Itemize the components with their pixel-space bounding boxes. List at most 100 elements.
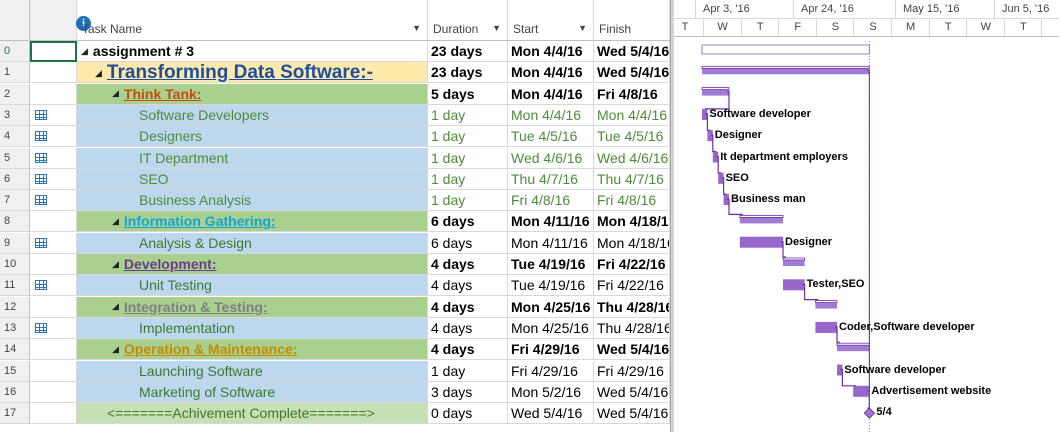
- summary-bar-cap[interactable]: [739, 214, 784, 218]
- start-cell[interactable]: Tue 4/5/16: [508, 126, 594, 148]
- start-cell[interactable]: Mon 4/4/16: [508, 104, 594, 126]
- start-cell[interactable]: Wed 4/6/16: [508, 147, 594, 169]
- duration-cell[interactable]: 1 day: [428, 360, 508, 382]
- start-cell[interactable]: Fri 4/29/16: [508, 339, 594, 361]
- row-id[interactable]: 6: [0, 168, 30, 190]
- start-cell[interactable]: Thu 4/7/16: [508, 168, 594, 190]
- summary-bar-cap[interactable]: [782, 257, 806, 261]
- task-name-cell[interactable]: Software Developers: [77, 104, 428, 126]
- finish-cell[interactable]: Mon 4/18/16: [594, 232, 670, 254]
- table-row[interactable]: 6 SEO 1 day Thu 4/7/16 Thu 4/7/16: [0, 168, 670, 190]
- row-id[interactable]: 9: [0, 232, 30, 254]
- duration-cell[interactable]: 4 days: [428, 275, 508, 297]
- start-cell[interactable]: Mon 4/4/16: [508, 62, 594, 84]
- start-cell[interactable]: Mon 4/4/16: [508, 41, 594, 62]
- task-name-cell[interactable]: Designers: [77, 126, 428, 148]
- table-row[interactable]: 15 Launching Software 1 day Fri 4/29/16 Fri …: [0, 360, 670, 382]
- finish-cell[interactable]: Fri 4/22/16: [594, 254, 670, 275]
- task-name-cell[interactable]: Marketing of Software: [77, 381, 428, 403]
- indicator-cell[interactable]: [30, 83, 77, 105]
- row-id[interactable]: 16: [0, 381, 30, 403]
- summary-bar[interactable]: [702, 68, 870, 75]
- summary-bar[interactable]: [837, 345, 870, 352]
- indicator-cell[interactable]: [30, 275, 77, 297]
- finish-cell[interactable]: Fri 4/8/16: [594, 83, 670, 105]
- duration-cell[interactable]: 1 day: [428, 147, 508, 169]
- row-id[interactable]: 15: [0, 360, 30, 382]
- indicator-cell[interactable]: [30, 296, 77, 318]
- finish-cell[interactable]: Wed 5/4/16: [594, 381, 670, 403]
- task-name-cell[interactable]: Analysis & Design: [77, 232, 428, 254]
- indicator-cell[interactable]: [30, 41, 77, 62]
- finish-cell[interactable]: Wed 5/4/16: [594, 41, 670, 62]
- collapse-triangle-icon[interactable]: ◢: [112, 254, 119, 274]
- row-id[interactable]: 2: [0, 83, 30, 105]
- start-cell[interactable]: Fri 4/8/16: [508, 190, 594, 212]
- start-cell[interactable]: Mon 4/11/16: [508, 211, 594, 233]
- table-row[interactable]: 3 Software Developers 1 day Mon 4/4/16 Mon 4…: [0, 104, 670, 126]
- start-cell[interactable]: Mon 4/25/16: [508, 296, 594, 318]
- duration-cell[interactable]: 1 day: [428, 190, 508, 212]
- row-id[interactable]: 11: [0, 275, 30, 297]
- finish-cell[interactable]: Mon 4/18/16: [594, 211, 670, 233]
- indicators-column-header[interactable]: i: [30, 0, 91, 40]
- task-name-cell[interactable]: Launching Software: [77, 360, 428, 382]
- finish-cell[interactable]: Wed 5/4/16: [594, 339, 670, 361]
- task-name-cell[interactable]: Unit Testing: [77, 275, 428, 297]
- table-row[interactable]: 16 Marketing of Software 3 days Mon 5/2/16 W…: [0, 381, 670, 403]
- indicator-cell[interactable]: [30, 190, 77, 212]
- duration-filter-dropdown-icon[interactable]: ▼: [492, 23, 501, 33]
- table-row[interactable]: 2 ◢ Think Tank: 5 days Mon 4/4/16 Fri 4/8/16: [0, 83, 670, 105]
- duration-cell[interactable]: 1 day: [428, 168, 508, 190]
- duration-cell[interactable]: 4 days: [428, 317, 508, 339]
- finish-cell[interactable]: Thu 4/7/16: [594, 168, 670, 190]
- collapse-triangle-icon[interactable]: ◢: [112, 339, 119, 359]
- finish-cell[interactable]: Mon 4/4/16: [594, 104, 670, 126]
- task-name-cell[interactable]: ◢ Information Gathering:: [77, 211, 428, 233]
- duration-column-header[interactable]: Duration ▼: [428, 0, 508, 40]
- task-name-cell[interactable]: Business Analysis: [77, 190, 428, 212]
- summary-bar-cap[interactable]: [701, 87, 730, 90]
- table-row[interactable]: 11 Unit Testing 4 days Tue 4/19/16 Fri 4/22/…: [0, 275, 670, 297]
- finish-cell[interactable]: Fri 4/29/16: [594, 360, 670, 382]
- finish-cell[interactable]: Wed 4/6/16: [594, 147, 670, 169]
- start-cell[interactable]: Mon 4/25/16: [508, 317, 594, 339]
- row-id[interactable]: 12: [0, 296, 30, 318]
- indicator-cell[interactable]: [30, 168, 77, 190]
- table-row[interactable]: 8 ◢ Information Gathering: 6 days Mon 4/11/1…: [0, 211, 670, 233]
- row-id[interactable]: 3: [0, 104, 30, 126]
- select-all-corner[interactable]: [0, 0, 30, 40]
- start-cell[interactable]: Wed 5/4/16: [508, 403, 594, 425]
- table-row[interactable]: 14 ◢ Operation & Maintenance: 4 days Fri 4/2…: [0, 339, 670, 361]
- indicator-cell[interactable]: [30, 403, 77, 425]
- summary-bar[interactable]: [815, 302, 837, 309]
- duration-cell[interactable]: 0 days: [428, 403, 508, 425]
- task-name-cell[interactable]: ◢ assignment # 3: [77, 41, 428, 62]
- duration-cell[interactable]: 1 day: [428, 126, 508, 148]
- task-bar[interactable]: [783, 279, 805, 291]
- indicator-cell[interactable]: [30, 62, 77, 84]
- collapse-triangle-icon[interactable]: ◢: [112, 84, 119, 104]
- row-id[interactable]: 10: [0, 254, 30, 275]
- summary-bar-cap[interactable]: [701, 65, 870, 69]
- duration-cell[interactable]: 6 days: [428, 211, 508, 233]
- task-bar[interactable]: [739, 236, 783, 248]
- task-name-cell[interactable]: ◢ Transforming Data Software:-: [77, 62, 428, 84]
- task-name-cell[interactable]: ◢ Development:: [77, 254, 428, 275]
- start-cell[interactable]: Mon 4/4/16: [508, 83, 594, 105]
- indicator-cell[interactable]: [30, 211, 77, 233]
- duration-cell[interactable]: 6 days: [428, 232, 508, 254]
- summary-bar[interactable]: [702, 89, 729, 96]
- duration-cell[interactable]: 1 day: [428, 104, 508, 126]
- task-name-column-header[interactable]: Task Name ▼: [77, 0, 428, 40]
- table-row[interactable]: 17 <=======Achivement Complete=======> 0 d…: [0, 403, 670, 425]
- indicator-cell[interactable]: [30, 232, 77, 254]
- duration-cell[interactable]: 4 days: [428, 254, 508, 275]
- start-cell[interactable]: Tue 4/19/16: [508, 275, 594, 297]
- collapse-triangle-icon[interactable]: ◢: [95, 63, 102, 82]
- row-id[interactable]: 13: [0, 317, 30, 339]
- duration-cell[interactable]: 5 days: [428, 83, 508, 105]
- row-id[interactable]: 1: [0, 62, 30, 84]
- indicator-cell[interactable]: [30, 126, 77, 148]
- indicator-cell[interactable]: [30, 147, 77, 169]
